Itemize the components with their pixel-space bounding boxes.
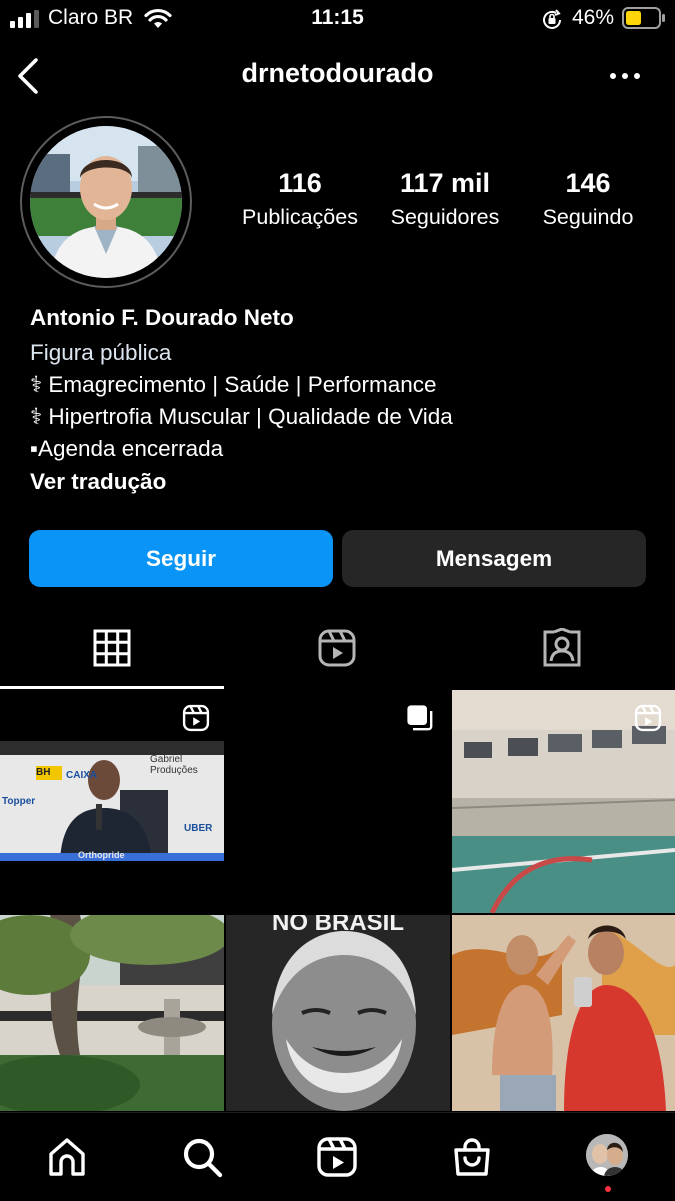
post-thumbnail[interactable] (226, 690, 450, 913)
tagged-icon[interactable] (542, 628, 582, 668)
following-count: 146 (565, 168, 611, 198)
follow-button[interactable]: Seguir (29, 530, 333, 587)
battery-percent: 46% (572, 6, 615, 29)
status-bar: Claro BR 11:15 46% (0, 0, 675, 40)
reels-icon[interactable] (316, 1136, 358, 1178)
home-icon[interactable] (46, 1136, 88, 1178)
post-thumbnail[interactable] (0, 915, 224, 1111)
search-icon[interactable] (181, 1136, 223, 1178)
active-tab-indicator (0, 686, 224, 689)
reel-badge-icon (634, 704, 662, 732)
message-button[interactable]: Mensagem (342, 530, 646, 587)
post-thumbnail[interactable] (452, 690, 675, 913)
profile-avatar[interactable] (30, 126, 182, 278)
sponsor-logo-text: CAIXA (66, 770, 98, 781)
following-label: Seguindo (542, 205, 634, 229)
sponsor-logo-text: UBER (184, 823, 213, 834)
sponsor-logo-text: Orthopride (78, 850, 125, 860)
profile-avatar[interactable] (586, 1134, 628, 1176)
bio-line: ⚕ Hipertrofia Muscular | Qualidade de Vi… (30, 404, 453, 429)
orientation-lock-icon (543, 9, 561, 29)
profile-username: drnetodourado (241, 58, 434, 88)
profile-category: Figura pública (30, 340, 172, 365)
post-thumbnail[interactable]: NO BRASIL (226, 915, 450, 1111)
see-translation-link[interactable]: Ver tradução (30, 469, 166, 495)
shop-icon[interactable] (451, 1136, 493, 1178)
grid-icon[interactable] (92, 628, 132, 668)
sponsor-logo-text: BH (36, 767, 51, 778)
followers-count: 117 mil (399, 168, 491, 198)
posts-count: 116 (278, 168, 322, 198)
more-options-icon[interactable] (609, 70, 641, 82)
post-thumbnail[interactable] (452, 915, 675, 1111)
battery-icon (622, 7, 665, 29)
bio-line: ▪Agenda encerrada (30, 436, 224, 461)
followers-label: Seguidores (390, 205, 500, 229)
video-banner-text: Gabriel Produções (150, 754, 198, 776)
stat-followers[interactable]: 117 mil Seguidores (374, 168, 516, 230)
bio-line: ⚕ Emagrecimento | Saúde | Performance (30, 372, 437, 397)
reels-tab-icon[interactable] (317, 628, 357, 668)
sponsor-logo-text: Topper (2, 796, 36, 807)
notification-dot (605, 1186, 611, 1192)
reel-badge-icon (182, 704, 210, 732)
poster-headline-text: NO BRASIL (272, 915, 404, 936)
stat-posts[interactable]: 116 Publicações (230, 168, 370, 230)
carousel-badge-icon (407, 705, 433, 731)
profile-full-name: Antonio F. Dourado Neto (30, 305, 294, 330)
stat-following[interactable]: 146 Seguindo (522, 168, 654, 230)
posts-label: Publicações (242, 205, 358, 229)
post-thumbnail[interactable]: Gabriel Produções BH CAIXA Topper UBER O… (0, 690, 224, 913)
